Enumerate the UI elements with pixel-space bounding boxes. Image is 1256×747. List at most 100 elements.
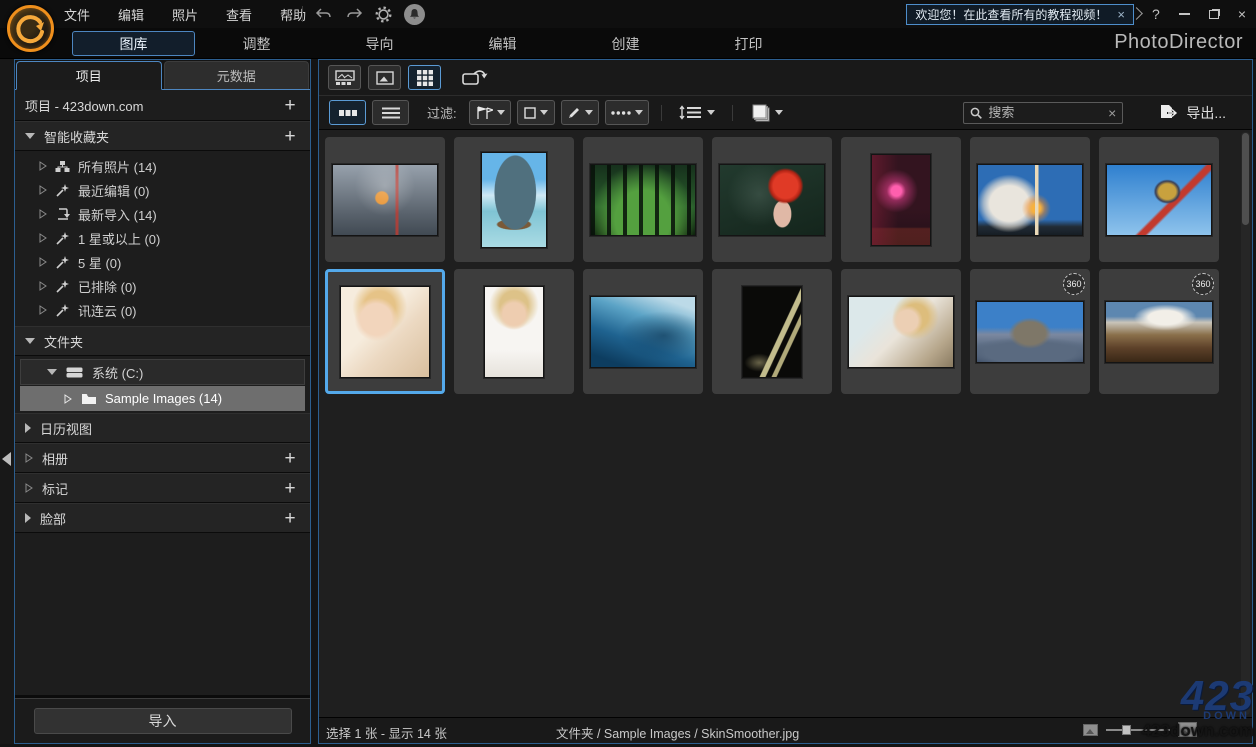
tree-item-all-photos[interactable]: 所有照片 (14) <box>15 154 310 178</box>
photo-thumbnail-pano-360-desert[interactable]: 360 <box>1099 269 1219 394</box>
expand-right-icon[interactable] <box>25 423 31 433</box>
photo-thumbnail-sunlit-forest[interactable] <box>583 137 703 262</box>
flag-filter-button[interactable] <box>468 100 511 125</box>
export-button[interactable]: 导出... <box>1147 100 1238 126</box>
photo-thumbnail-red-maple-leaf[interactable] <box>712 137 832 262</box>
tab-adjust[interactable]: 调整 <box>195 31 318 56</box>
tree-item-excluded[interactable]: 已排除 (0) <box>15 274 310 298</box>
search-clear-icon[interactable]: × <box>1108 105 1116 121</box>
expander-icon[interactable] <box>39 281 47 291</box>
search-input[interactable] <box>988 105 1103 120</box>
folder-sample-images-selected[interactable]: Sample Images (14) <box>20 386 305 411</box>
tree-item-five-star[interactable]: 5 星 (0) <box>15 250 310 274</box>
stack-photos-button[interactable] <box>745 100 789 125</box>
smart-collection-tree: 所有照片 (14) 最近编辑 (0) 最新导入 (14) 1 星或以上 (0) <box>15 151 310 326</box>
tooltip-close-icon[interactable]: × <box>1117 7 1125 22</box>
section-albums[interactable]: 相册 + <box>15 443 310 473</box>
tree-item-cyberlink-cloud[interactable]: 讯连云 (0) <box>15 298 310 322</box>
import-button[interactable]: 导入 <box>33 708 292 734</box>
photo-thumbnail-karst-rock-boat[interactable] <box>454 137 574 262</box>
section-tags[interactable]: 标记 + <box>15 473 310 503</box>
section-faces[interactable]: 脸部 + <box>15 503 310 533</box>
photo-thumbnail-pano-360-canyon[interactable]: 360 <box>970 269 1090 394</box>
photo-thumbnail-skateboarder-sky[interactable] <box>1099 137 1219 262</box>
photo-grid: 360 360 <box>319 131 1239 716</box>
viewer-only-mode-button[interactable] <box>368 65 401 90</box>
list-view-button[interactable] <box>372 100 409 125</box>
menu-view[interactable]: 查看 <box>226 5 252 24</box>
section-smart-collection[interactable]: 智能收藏夹 + <box>15 121 310 151</box>
thumbnail-view-button[interactable] <box>329 100 366 125</box>
photo-thumbnail-ocean-wave[interactable] <box>583 269 703 394</box>
filter-toolbar: 过滤: 搜索 × 导出... <box>319 96 1252 130</box>
add-smart-collection-button[interactable]: + <box>280 127 300 146</box>
tab-metadata[interactable]: 元数据 <box>163 61 309 89</box>
vertical-scrollbar[interactable] <box>1241 132 1250 715</box>
tree-item-one-star-up[interactable]: 1 星或以上 (0) <box>15 226 310 250</box>
menu-file[interactable]: 文件 <box>64 5 90 24</box>
expander-icon[interactable] <box>39 185 47 195</box>
photo-thumbnail-woman-leaning[interactable] <box>841 269 961 394</box>
photo-thumbnail-basketball-dunk[interactable] <box>325 137 445 262</box>
add-tag-button[interactable]: + <box>280 479 300 498</box>
more-filters-button[interactable] <box>604 100 649 125</box>
tree-item-recently-edited[interactable]: 最近编辑 (0) <box>15 178 310 202</box>
expander-icon[interactable] <box>39 257 47 267</box>
menu-photo[interactable]: 照片 <box>172 5 198 24</box>
expand-down-icon[interactable] <box>47 369 57 375</box>
scrollbar-thumb[interactable] <box>1242 133 1249 225</box>
expander-icon[interactable] <box>25 483 33 493</box>
drive-system-c[interactable]: 系统 (C:) <box>20 359 305 385</box>
secondary-display-button[interactable] <box>458 65 492 90</box>
tags-label: 标记 <box>42 481 69 497</box>
expander-icon[interactable] <box>64 393 72 404</box>
undo-icon[interactable] <box>315 7 333 21</box>
photo-thumbnail-smiling-woman[interactable] <box>325 269 445 394</box>
slider-handle[interactable] <box>1122 724 1131 735</box>
expander-icon[interactable] <box>39 233 47 243</box>
redo-icon[interactable] <box>345 7 363 21</box>
help-button[interactable]: ? <box>1152 6 1160 22</box>
tab-create[interactable]: 创建 <box>564 31 687 56</box>
tree-item-latest-import[interactable]: 最新导入 (14) <box>15 202 310 226</box>
notifications-bell-icon[interactable] <box>404 3 425 25</box>
browser-and-viewer-mode-button[interactable] <box>328 65 361 90</box>
sidebar-collapse-icon[interactable] <box>2 452 11 466</box>
rating-filter-button[interactable] <box>516 100 555 125</box>
calendar-view-label: 日历视图 <box>40 421 93 437</box>
section-folders[interactable]: 文件夹 <box>15 326 310 356</box>
photo-thumbnail-neon-sign-storefront[interactable] <box>841 137 961 262</box>
add-face-button[interactable]: + <box>280 509 300 528</box>
expand-down-icon[interactable] <box>25 133 35 139</box>
section-calendar-view[interactable]: 日历视图 <box>15 413 310 443</box>
expand-down-icon[interactable] <box>25 338 35 344</box>
menu-edit[interactable]: 编辑 <box>118 5 144 24</box>
photo-thumbnail-dark-window-light[interactable] <box>712 269 832 394</box>
tab-library[interactable]: 图库 <box>72 31 195 56</box>
tab-guided[interactable]: 导向 <box>318 31 441 56</box>
settings-gear-icon[interactable] <box>375 5 392 23</box>
add-project-button[interactable]: + <box>280 96 300 115</box>
label-filter-button[interactable] <box>560 100 599 125</box>
photo-image <box>977 163 1083 236</box>
tab-edit[interactable]: 编辑 <box>441 31 564 56</box>
expander-icon[interactable] <box>39 161 47 171</box>
minimize-button[interactable] <box>1178 13 1190 15</box>
sort-order-button[interactable] <box>674 100 720 125</box>
photo-thumbnail-laughing-woman[interactable] <box>454 269 574 394</box>
tab-project[interactable]: 项目 <box>16 61 162 90</box>
tab-print[interactable]: 打印 <box>687 31 810 56</box>
divider <box>731 104 733 121</box>
expander-icon[interactable] <box>39 209 47 219</box>
close-button[interactable]: × <box>1238 6 1246 22</box>
photo-image <box>481 151 547 248</box>
maximize-button[interactable] <box>1208 9 1219 19</box>
add-album-button[interactable]: + <box>280 449 300 468</box>
expand-right-icon[interactable] <box>25 513 31 523</box>
photo-thumbnail-rocket-launch[interactable] <box>970 137 1090 262</box>
expander-icon[interactable] <box>39 305 47 315</box>
expander-icon[interactable] <box>25 453 33 463</box>
watermark: 423 DOWN 423down.com <box>1142 675 1254 740</box>
browser-only-mode-button[interactable] <box>408 65 441 90</box>
export-icon <box>1159 104 1179 121</box>
